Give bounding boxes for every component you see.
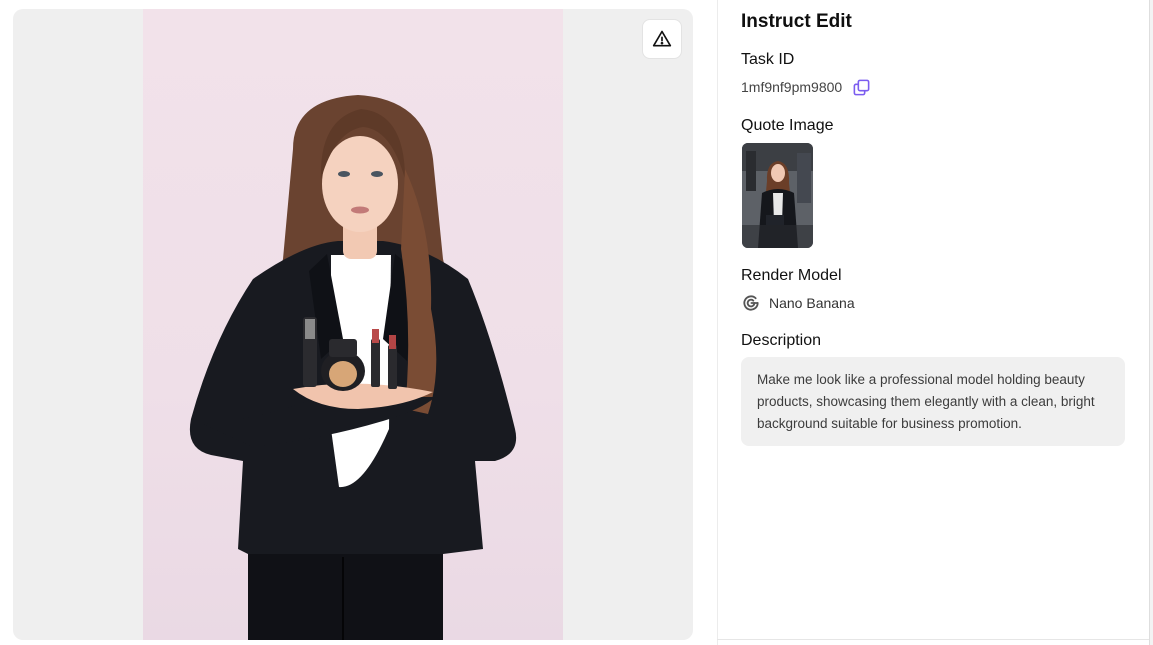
details-panel: Instruct Edit Task ID 1mf9nf9pm9800 Quot… — [741, 0, 1125, 645]
task-id-value: 1mf9nf9pm9800 — [741, 79, 843, 95]
task-id-row: 1mf9nf9pm9800 — [741, 77, 872, 97]
quote-image-thumbnail[interactable] — [742, 143, 813, 248]
render-model-label: Render Model — [741, 267, 842, 284]
google-g-icon — [743, 295, 759, 311]
panel-title: Instruct Edit — [741, 11, 852, 32]
description-label: Description — [741, 332, 822, 349]
app-root: Instruct Edit Task ID 1mf9nf9pm9800 Quot… — [0, 0, 1153, 645]
result-preview — [13, 9, 693, 640]
scrollbar-track[interactable] — [1149, 0, 1153, 645]
result-image[interactable] — [143, 9, 563, 640]
render-model-row: Nano Banana — [741, 293, 855, 313]
report-button[interactable] — [642, 19, 682, 59]
task-id-label: Task ID — [741, 51, 795, 68]
warning-triangle-icon — [652, 30, 672, 47]
copy-icon — [853, 79, 870, 95]
panel-divider — [717, 0, 718, 645]
quote-image-label: Quote Image — [741, 117, 834, 134]
copy-task-id-button[interactable] — [852, 77, 872, 97]
render-model-name: Nano Banana — [769, 295, 855, 311]
description-text: Make me look like a professional model h… — [741, 357, 1125, 446]
